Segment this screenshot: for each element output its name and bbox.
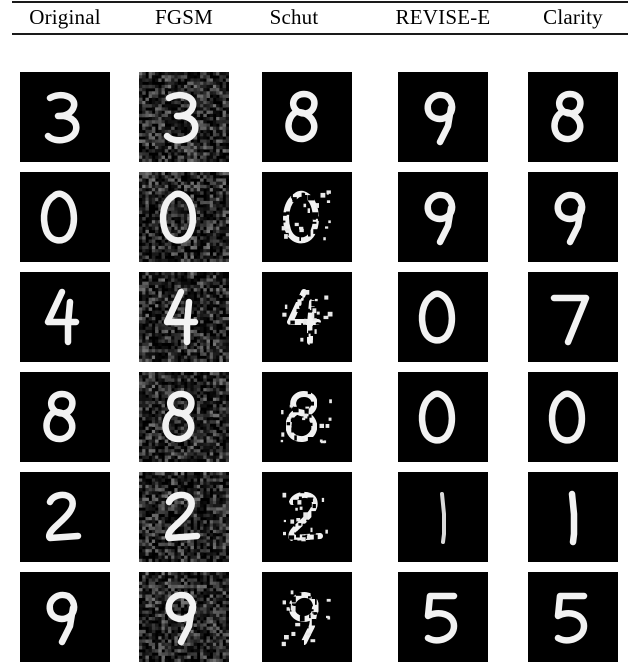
digit-tile	[528, 372, 618, 462]
image-grid	[0, 0, 640, 666]
digit-tile	[398, 472, 488, 562]
digit-tile	[139, 72, 229, 162]
digit-tile	[20, 472, 110, 562]
digit-tile	[20, 372, 110, 462]
digit-tile	[528, 472, 618, 562]
digit-tile	[528, 72, 618, 162]
digit-tile	[528, 572, 618, 662]
counterfactual-comparison-figure: Original FGSM Schut REVISE-E Clarity	[0, 0, 640, 666]
digit-tile	[262, 472, 352, 562]
digit-tile	[398, 372, 488, 462]
digit-tile	[262, 272, 352, 362]
digit-tile	[20, 172, 110, 262]
digit-tile	[139, 172, 229, 262]
digit-tile	[398, 572, 488, 662]
digit-tile	[20, 72, 110, 162]
digit-tile	[398, 272, 488, 362]
digit-tile	[398, 72, 488, 162]
digit-tile	[139, 472, 229, 562]
digit-tile	[262, 72, 352, 162]
digit-tile	[262, 572, 352, 662]
digit-tile	[139, 272, 229, 362]
digit-tile	[20, 572, 110, 662]
digit-tile	[398, 172, 488, 262]
digit-tile	[528, 272, 618, 362]
digit-tile	[139, 572, 229, 662]
digit-tile	[139, 372, 229, 462]
digit-tile	[262, 372, 352, 462]
digit-tile	[20, 272, 110, 362]
digit-tile	[262, 172, 352, 262]
digit-tile	[528, 172, 618, 262]
